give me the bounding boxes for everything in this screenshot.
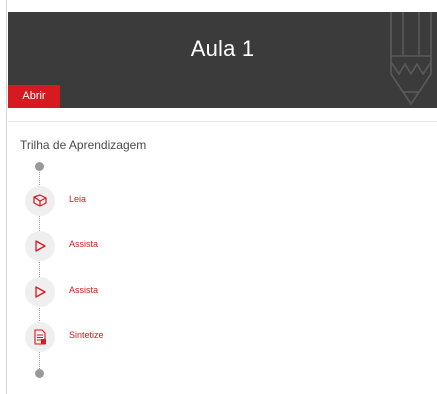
pencil-icon [390,12,432,106]
frame-top [0,0,437,12]
learning-path-title: Trilha de Aprendizagem [20,138,147,152]
play-icon [25,231,55,261]
lesson-header: Aula 1 Abrir [8,12,437,108]
timeline-start-dot [35,162,44,171]
step-label[interactable]: Sintetize [69,330,104,340]
document-icon [25,322,55,352]
frame-left-border [0,0,7,394]
book-icon [25,186,55,216]
open-button[interactable]: Abrir [8,85,60,108]
step-label[interactable]: Assista [69,285,98,295]
step-label[interactable]: Assista [69,239,98,249]
lesson-title: Aula 1 [190,36,255,61]
step-label[interactable]: Leia [69,194,86,204]
play-icon [25,277,55,307]
divider [8,121,437,122]
timeline-end-dot [35,369,44,378]
